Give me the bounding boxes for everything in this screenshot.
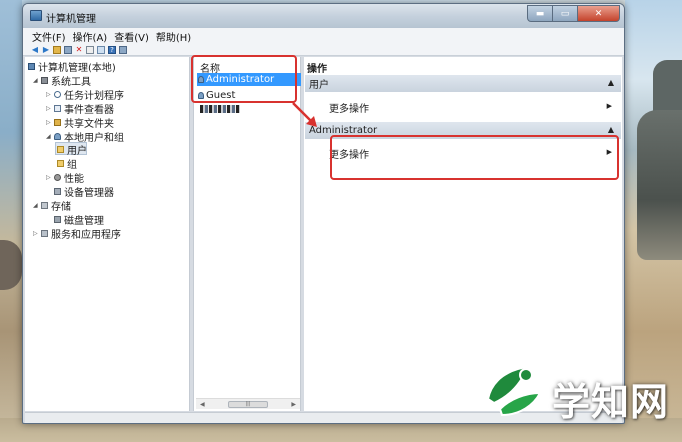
tree-label: 服务和应用程序: [51, 229, 121, 241]
scroll-left-icon[interactable]: ◀: [200, 401, 205, 408]
tree-label: 系统工具: [51, 76, 91, 88]
tree-item-task-scheduler[interactable]: ▷ 任务计划程序: [46, 87, 124, 102]
desktop-background-left: [0, 0, 22, 442]
tree-item-disk-management[interactable]: 磁盘管理: [54, 212, 104, 227]
device-manager-icon: [54, 187, 61, 195]
collapse-triangle-icon[interactable]: ▲: [608, 78, 614, 87]
annotation-arrow-icon: [292, 102, 317, 127]
section-label: 用户: [309, 80, 329, 91]
shared-folder-icon: [54, 118, 61, 126]
disk-icon: [54, 215, 61, 223]
horizontal-scrollbar[interactable]: ◀ ||| ▶: [196, 398, 300, 409]
watermark-text: 学知网: [552, 380, 670, 424]
tree-label: 存储: [51, 201, 71, 213]
back-arrow-icon[interactable]: ◀: [31, 45, 39, 54]
minimize-button[interactable]: ▬: [527, 5, 553, 22]
tree-label: 组: [67, 159, 77, 171]
collapse-arrow-icon[interactable]: ◢: [33, 77, 40, 84]
tree-item-root[interactable]: 计算机管理(本地): [28, 59, 116, 74]
user-icon: [198, 92, 204, 99]
properties-icon[interactable]: [86, 45, 94, 54]
grid-icon[interactable]: [64, 45, 72, 54]
tree-item-performance[interactable]: ▷ 性能: [46, 170, 84, 185]
title-bar[interactable]: 计算机管理 ▬ ▭ ✕: [23, 4, 624, 28]
tree-label: 任务计划程序: [64, 90, 124, 102]
tree-item-storage[interactable]: ◢ 存储: [33, 198, 71, 213]
menu-file[interactable]: 文件(F): [32, 29, 66, 44]
list-item-label: Guest: [206, 90, 236, 101]
toolbar: ◀ ▶ ✕ ?: [23, 44, 624, 56]
maximize-button[interactable]: ▭: [553, 5, 578, 22]
expand-arrow-icon[interactable]: ▷: [46, 91, 53, 98]
computer-management-icon: [30, 10, 42, 21]
refresh-icon[interactable]: [97, 45, 105, 54]
expand-arrow-icon[interactable]: ▷: [46, 174, 53, 181]
help-icon[interactable]: ?: [108, 45, 116, 54]
tree-label: 事件查看器: [64, 104, 114, 116]
desktop-cliff: [637, 110, 682, 260]
tree-label: 磁盘管理: [64, 215, 104, 227]
expand-arrow-icon[interactable]: ▷: [46, 119, 53, 126]
expand-arrow-icon[interactable]: ▷: [46, 105, 53, 112]
clock-icon: [54, 90, 61, 98]
window-controls: ▬ ▭ ✕: [527, 5, 620, 22]
close-button[interactable]: ✕: [578, 5, 620, 22]
tree-item-services-apps[interactable]: ▷ 服务和应用程序: [33, 226, 121, 241]
desktop-rock: [0, 240, 22, 290]
window-title: 计算机管理: [46, 14, 96, 25]
tree-item-groups[interactable]: 组: [57, 156, 77, 171]
view-icon[interactable]: [119, 45, 127, 54]
actions-section-users[interactable]: 用户 ▲: [305, 75, 621, 92]
list-item-administrator[interactable]: Administrator: [197, 73, 301, 86]
performance-icon: [54, 173, 61, 181]
actions-pane: 操作 用户 ▲ 更多操作 ▶ Administrator ▲ 更多操作 ▶: [304, 57, 622, 411]
tree-label: 用户: [67, 145, 87, 157]
services-icon: [41, 229, 48, 237]
collapse-arrow-icon[interactable]: ◢: [33, 202, 40, 209]
expand-arrow-icon[interactable]: ▷: [33, 230, 40, 237]
menu-action[interactable]: 操作(A): [73, 29, 108, 44]
list-item-label: Administrator: [206, 74, 275, 85]
computer-icon: [28, 62, 35, 70]
tree-label: 设备管理器: [64, 187, 114, 199]
collapse-triangle-icon[interactable]: ▲: [608, 125, 614, 134]
menu-help[interactable]: 帮助(H): [156, 29, 191, 44]
menu-view[interactable]: 查看(V): [114, 29, 149, 44]
tree-item-event-viewer[interactable]: ▷ 事件查看器: [46, 101, 114, 116]
folder-icon: [57, 145, 64, 153]
event-viewer-icon: [54, 104, 61, 112]
leaf-logo-icon: [486, 365, 542, 417]
tree-label: 计算机管理(本地): [38, 62, 116, 74]
tree-item-shared-folders[interactable]: ▷ 共享文件夹: [46, 115, 114, 130]
user-icon: [198, 76, 204, 83]
scroll-right-icon[interactable]: ▶: [291, 401, 296, 408]
actions-section-administrator[interactable]: Administrator ▲: [305, 122, 621, 139]
list-item-guest[interactable]: Guest: [198, 89, 235, 102]
tree-item-device-manager[interactable]: 设备管理器: [54, 184, 114, 199]
tree-label: 性能: [64, 173, 84, 185]
menu-bar: 文件(F) 操作(A) 查看(V) 帮助(H): [23, 28, 624, 44]
console-tree-pane: 计算机管理(本地) ◢ 系统工具 ▷ 任务计划程序 ▷ 事件查看器 ▷ 共享文件夹 ◢ 本…: [25, 57, 190, 411]
submenu-arrow-icon: ▶: [606, 102, 612, 110]
delete-x-icon[interactable]: ✕: [75, 45, 83, 54]
more-actions-link-administrator[interactable]: 更多操作: [329, 146, 369, 161]
collapse-arrow-icon[interactable]: ◢: [46, 133, 53, 140]
tools-icon: [41, 76, 48, 84]
submenu-arrow-icon: ▶: [606, 148, 612, 156]
scroll-thumb[interactable]: |||: [228, 400, 268, 408]
redacted-list-item[interactable]: [200, 105, 240, 113]
tree-item-users[interactable]: 用户: [57, 142, 87, 157]
more-actions-link-users[interactable]: 更多操作: [329, 100, 369, 115]
watermark-logo: 学知网: [480, 359, 682, 429]
user-list-pane: 名称 Administrator Guest ◀ ||| ▶: [193, 57, 301, 411]
folder-icon[interactable]: [53, 45, 61, 54]
storage-icon: [41, 201, 48, 209]
users-icon: [54, 132, 61, 140]
tree-item-system-tools[interactable]: ◢ 系统工具: [33, 73, 91, 88]
forward-arrow-icon[interactable]: ▶: [42, 45, 50, 54]
tree-label: 共享文件夹: [64, 118, 114, 130]
actions-title: 操作: [307, 64, 327, 75]
folder-icon: [57, 159, 64, 167]
